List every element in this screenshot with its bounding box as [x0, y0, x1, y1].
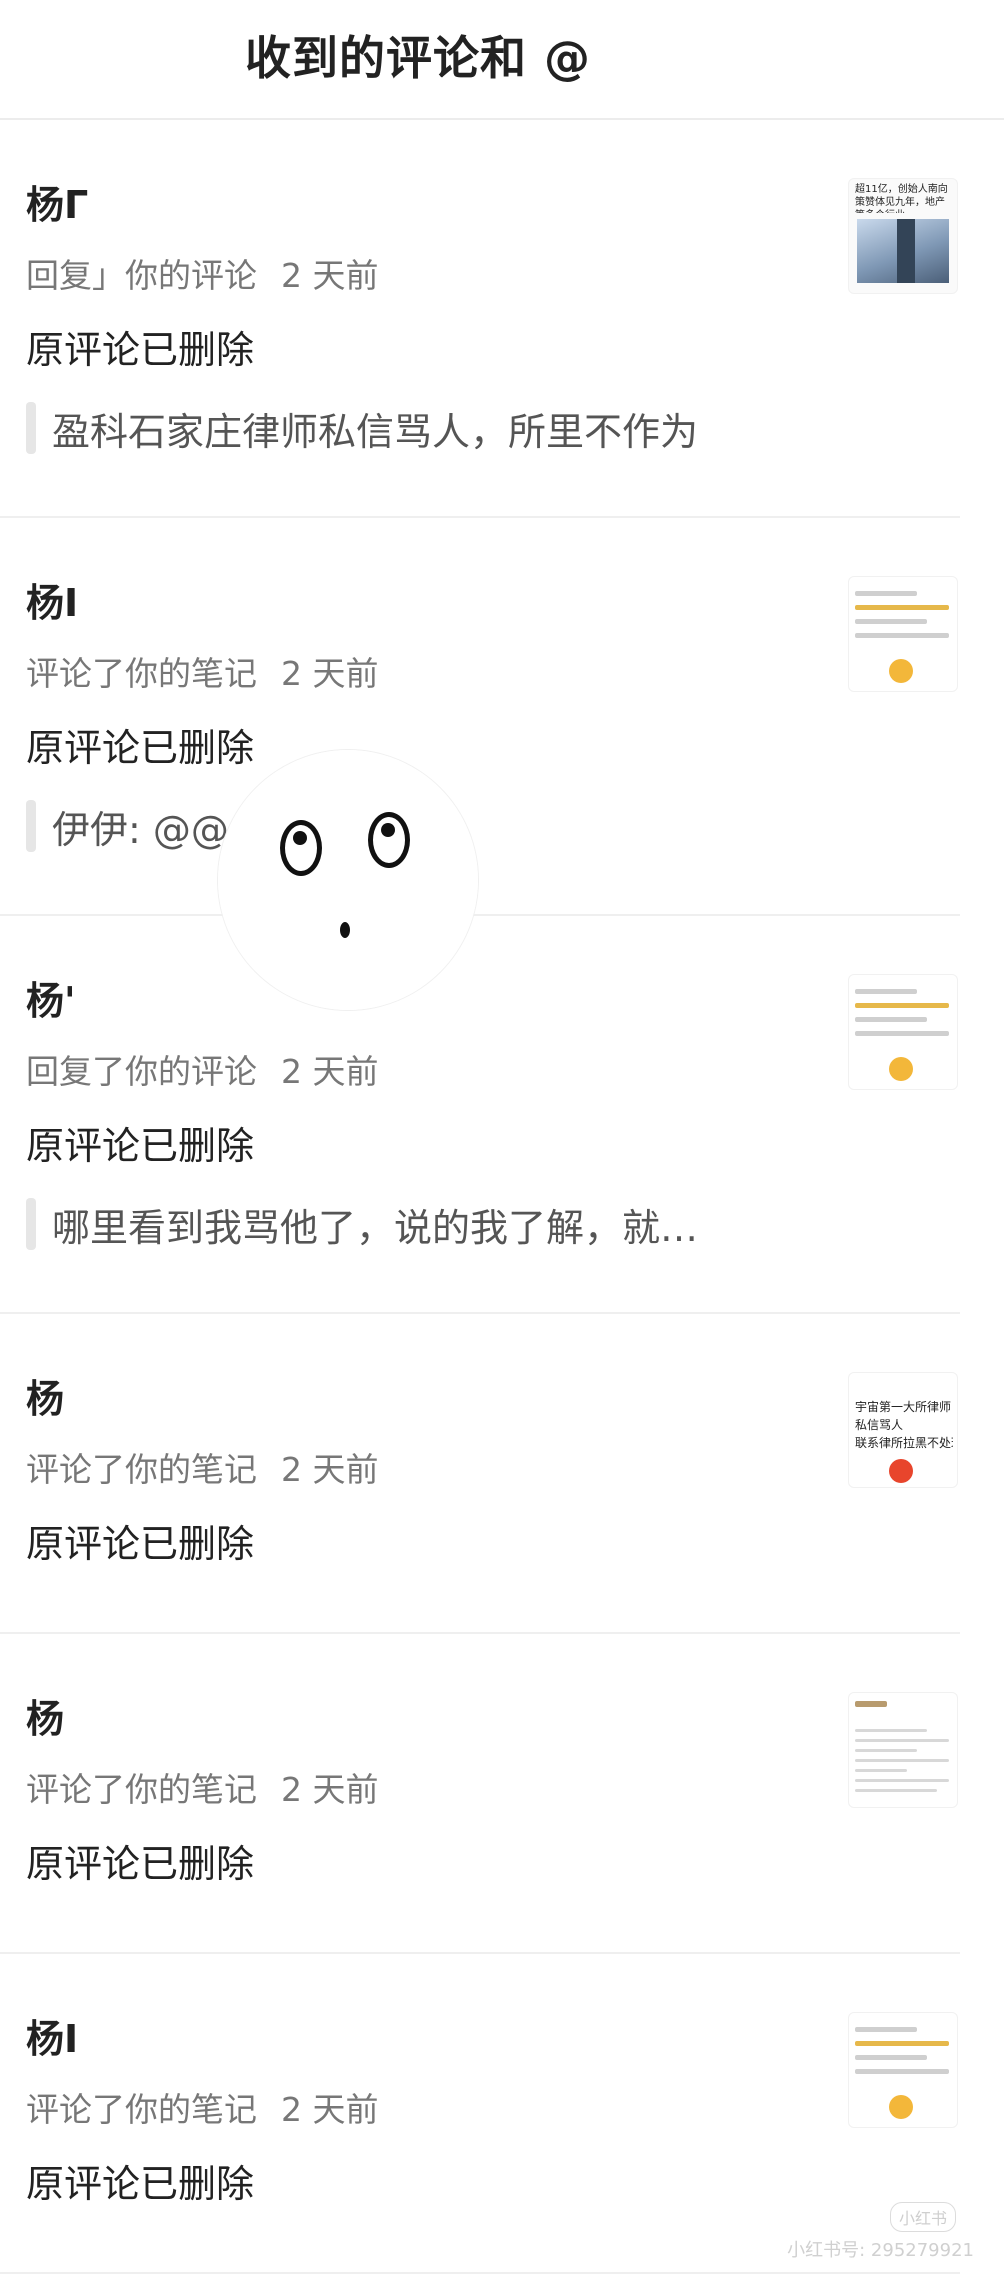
comment-body: 原评论已删除 [26, 328, 255, 372]
timestamp: 2 天前 [281, 256, 379, 295]
thumb-line [855, 2027, 917, 2032]
user-name[interactable]: 杨Г [26, 182, 88, 228]
thumb-line [855, 2041, 949, 2046]
mouth-icon [340, 922, 350, 938]
eye-icon [368, 812, 410, 868]
comment-body: 原评论已删除 [26, 1842, 255, 1886]
list-item[interactable]: 杨 评论了你的笔记 2 天前 原评论已删除 [0, 1634, 960, 1954]
action-text: 评论了你的笔记 [26, 2090, 257, 2129]
thumb-line [855, 1769, 907, 1772]
user-name[interactable]: 杨 [26, 1696, 64, 1742]
eye-icon [280, 820, 322, 876]
thumb-line [855, 2055, 927, 2060]
thumbnail-text: 宇宙第一大所律师 [855, 1400, 952, 1414]
action-meta: 评论了你的笔记 2 天前 [26, 1450, 379, 1490]
thumb-line [855, 591, 917, 596]
comment-body: 原评论已删除 [26, 726, 255, 770]
timestamp: 2 天前 [281, 1052, 379, 1091]
angry-emoji-icon [889, 1459, 913, 1483]
list-item[interactable]: 杨' 回复了你的评论 2 天前 原评论已删除 哪里看到我骂他了，说的我了解，就… [0, 916, 960, 1314]
thumb-line [855, 1739, 949, 1742]
timestamp: 2 天前 [281, 654, 379, 693]
action-meta: 评论了你的笔记 2 天前 [26, 654, 379, 694]
action-text: 回复」你的评论 [26, 256, 257, 295]
quoted-comment: 哪里看到我骂他了，说的我了解，就… [26, 1198, 698, 1250]
thumbnail-text: 联系律所拉黑不处理 [855, 1436, 953, 1450]
comment-body: 原评论已删除 [26, 1124, 255, 1168]
emoji-icon [889, 659, 913, 683]
note-thumbnail[interactable] [848, 2012, 958, 2128]
note-thumbnail[interactable] [848, 974, 958, 1090]
thumb-line [855, 1003, 949, 1008]
action-text: 评论了你的笔记 [26, 654, 257, 693]
action-text: 回复了你的评论 [26, 1052, 257, 1091]
note-thumbnail[interactable] [848, 1692, 958, 1808]
thumbnail-text: 私信骂人 [855, 1418, 904, 1432]
thumb-line [855, 1759, 949, 1762]
emoji-icon [889, 2095, 913, 2119]
timestamp: 2 天前 [281, 1450, 379, 1489]
user-name[interactable]: 杨 [26, 1376, 64, 1422]
watermark-badge: 小红书 [889, 2202, 956, 2232]
watermark-text: 小红书号: 295279921 [787, 2240, 974, 2261]
user-name[interactable]: 杨' [26, 978, 76, 1024]
comment-body: 原评论已删除 [26, 1522, 255, 1566]
list-item[interactable]: 杨 评论了你的笔记 2 天前 原评论已删除 宇宙第一大所律师 私信骂人 联系律所拉… [0, 1314, 960, 1634]
thumb-line [855, 989, 917, 994]
thumbnail-caption: 超11亿，创始人南向策赞体见九年，地产等多个行业 [855, 184, 948, 213]
building-photo [857, 219, 949, 283]
user-name[interactable]: 杨Ⅰ [26, 580, 78, 626]
thumb-line [855, 2069, 949, 2074]
comment-list: 杨Г 回复」你的评论 2 天前 原评论已删除 盈科石家庄律师私信骂人，所里不作为 … [0, 120, 960, 2274]
thumb-line [855, 1017, 927, 1022]
thumb-line [855, 1031, 949, 1036]
quote-text: 盈科石家庄律师私信骂人，所里不作为 [52, 409, 699, 454]
thumb-line [855, 1779, 949, 1782]
quote-bar [26, 402, 36, 454]
action-meta: 评论了你的笔记 2 天前 [26, 1770, 379, 1810]
list-item[interactable]: 杨Г 回复」你的评论 2 天前 原评论已删除 盈科石家庄律师私信骂人，所里不作为 … [0, 120, 960, 518]
action-text: 评论了你的笔记 [26, 1450, 257, 1489]
quoted-comment: 伊伊: @@ [26, 800, 229, 852]
quote-text: 哪里看到我骂他了，说的我了解，就… [52, 1205, 699, 1250]
list-item[interactable]: 杨Ⅰ 评论了你的笔记 2 天前 原评论已删除 [0, 1954, 960, 2274]
quote-bar [26, 1198, 36, 1250]
note-thumbnail[interactable] [848, 576, 958, 692]
emoji-icon [889, 1057, 913, 1081]
timestamp: 2 天前 [281, 1770, 379, 1809]
thumb-line [855, 1749, 917, 1752]
comment-body: 原评论已删除 [26, 2162, 255, 2206]
note-thumbnail[interactable]: 超11亿，创始人南向策赞体见九年，地产等多个行业 [848, 178, 958, 294]
header: 收到的评论和 @ [0, 0, 1004, 120]
user-name[interactable]: 杨Ⅰ [26, 2016, 78, 2062]
quoted-comment: 盈科石家庄律师私信骂人，所里不作为 [26, 402, 698, 454]
action-text: 评论了你的笔记 [26, 1770, 257, 1809]
thumb-line [855, 1701, 887, 1707]
timestamp: 2 天前 [281, 2090, 379, 2129]
action-meta: 评论了你的笔记 2 天前 [26, 2090, 379, 2130]
quote-bar [26, 800, 36, 852]
action-meta: 回复了你的评论 2 天前 [26, 1052, 379, 1092]
thumb-line [855, 619, 927, 624]
page-title: 收到的评论和 @ [244, 31, 591, 85]
doodle-face-icon [218, 750, 478, 1010]
thumb-line [855, 1729, 927, 1732]
thumb-line [855, 1789, 937, 1792]
thumb-line [855, 633, 949, 638]
quote-text: 伊伊: @@ [52, 807, 229, 852]
action-meta: 回复」你的评论 2 天前 [26, 256, 379, 296]
thumb-line [855, 605, 949, 610]
list-item[interactable]: 杨Ⅰ 评论了你的笔记 2 天前 原评论已删除 伊伊: @@ [0, 518, 960, 916]
note-thumbnail[interactable]: 宇宙第一大所律师 私信骂人 联系律所拉黑不处理 [848, 1372, 958, 1488]
